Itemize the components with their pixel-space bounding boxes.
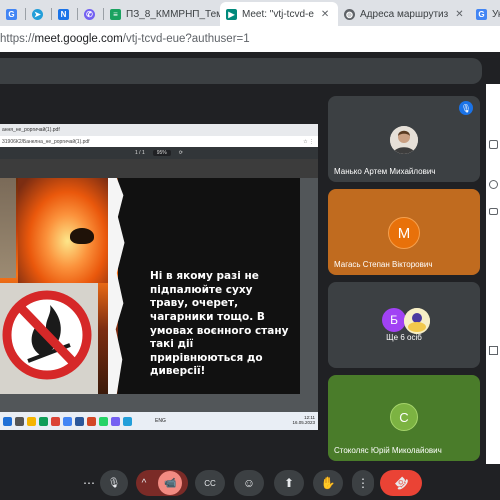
- participant-tile[interactable]: М Магась Степан Вікторович: [328, 189, 480, 275]
- tab-label: Ук: [492, 8, 500, 20]
- camera-button[interactable]: ^ 📹: [136, 470, 188, 496]
- start-icon: [3, 416, 12, 426]
- participant-name: Магась Степан Вікторович: [334, 260, 433, 269]
- whatsapp-icon: [99, 416, 108, 426]
- meet-window: G ➤ N ✆ ≡ ПЗ_8_КММРНП_Тем ▶ Meet: "vtj-t…: [0, 0, 500, 500]
- flame-image: [18, 178, 108, 283]
- windows-taskbar: ENG 12:11 16.05.2023: [0, 412, 318, 430]
- call-controls: ⋯ 🎙 ^ 📹 CC ☺ ⬆ ✋ ⋮ ☎: [0, 464, 500, 500]
- raise-hand-button[interactable]: ✋: [313, 470, 343, 496]
- participant-tile[interactable]: 🎙 Манько Артем Михайлович: [328, 96, 480, 182]
- powerpoint-icon: [87, 416, 96, 426]
- tab-document[interactable]: ≡ ПЗ_8_КММРНП_Тем: [104, 2, 220, 26]
- pdf-tab-label: ання_не_роргичай(1).pdf: [2, 127, 60, 133]
- search-icon: [15, 416, 24, 426]
- word-icon: [75, 416, 84, 426]
- participant-overflow-tile[interactable]: Б Ще 6 осіб: [328, 282, 480, 368]
- language-indicator: ENG: [155, 418, 166, 424]
- app-icon: [51, 416, 60, 426]
- pdf-path: 31906К2/Банелна_не_роргичай(1).pdf: [2, 138, 90, 145]
- pdf-tab-bar: ання_не_роргичай(1).pdf: [0, 124, 318, 136]
- participant-name: Стоколяс Юрій Миколайович: [334, 446, 442, 455]
- field-image: [0, 178, 16, 278]
- participant-tile[interactable]: С Стоколяс Юрій Миколайович: [328, 375, 480, 461]
- more-button[interactable]: ⋯: [78, 470, 100, 496]
- doc-icon: ≡: [110, 8, 121, 20]
- avatar: М: [388, 217, 420, 249]
- side-panel-strip: [486, 84, 500, 464]
- n-icon: N: [58, 8, 69, 20]
- camera-off-icon: 📹: [158, 471, 183, 495]
- pdf-zoom: 95%: [152, 150, 171, 156]
- people-icon[interactable]: [489, 180, 498, 189]
- tab-label: ПЗ_8_КММРНП_Тем: [126, 8, 220, 20]
- presented-screen: ання_не_роргичай(1).pdf 31906К2/Банелна_…: [0, 124, 318, 430]
- url-text: https://meet.google.com/vtj-tcvd-eue?aut…: [0, 33, 250, 45]
- close-icon[interactable]: ✕: [321, 9, 329, 20]
- tab-telegram[interactable]: ➤: [26, 2, 52, 26]
- pdf-viewport: Ні в якому разі не підпалюйте суху траву…: [0, 178, 318, 412]
- pdf-page: 1 / 1: [135, 150, 145, 156]
- captions-icon: CC: [204, 478, 216, 488]
- address-bar[interactable]: https://meet.google.com/vtj-tcvd-eue?aut…: [0, 26, 500, 52]
- globe-icon: ◍: [344, 8, 355, 20]
- chrome-icon: [63, 416, 72, 426]
- tab-meet[interactable]: ▶ Meet: "vtj-tcvd-e ✕: [220, 2, 338, 26]
- end-call-button[interactable]: ☎: [380, 470, 422, 496]
- cartoon-avatar-icon: [404, 308, 430, 334]
- browser-tab-strip: G ➤ N ✆ ≡ ПЗ_8_КММРНП_Тем ▶ Meet: "vtj-t…: [0, 0, 500, 26]
- present-button[interactable]: ⬆: [274, 470, 304, 496]
- activities-icon[interactable]: [489, 346, 498, 355]
- person-photo-icon: [390, 126, 418, 154]
- google-icon: G: [6, 8, 17, 20]
- chat-icon[interactable]: [489, 208, 498, 215]
- emoji-icon: ☺: [242, 476, 256, 490]
- captions-button[interactable]: CC: [195, 470, 225, 496]
- no-fire-icon: [0, 283, 98, 394]
- slide-warning-text: Ні в якому разі не підпалюйте суху траву…: [150, 270, 289, 378]
- bird-silhouette: [70, 228, 94, 244]
- options-button[interactable]: ⋮: [352, 470, 374, 496]
- viber-icon: [111, 416, 120, 426]
- mic-muted-icon: 🎙: [459, 101, 473, 115]
- folder-icon: [27, 416, 36, 426]
- end-call-icon: ☎: [390, 472, 412, 494]
- telegram-icon: ➤: [32, 8, 43, 20]
- avatar: Б: [382, 308, 406, 332]
- tab-google[interactable]: G: [0, 2, 26, 26]
- hand-icon: ✋: [320, 476, 336, 490]
- more-vert-icon: ⋮: [357, 476, 369, 490]
- emoji-button[interactable]: ☺: [234, 470, 264, 496]
- excel-icon: [39, 416, 48, 426]
- tab-label: Meet: "vtj-tcvd-e: [242, 8, 314, 20]
- tab-n[interactable]: N: [52, 2, 78, 26]
- info-icon[interactable]: [489, 140, 498, 149]
- tab-viber[interactable]: ✆: [78, 2, 104, 26]
- chevron-up-icon[interactable]: ^: [142, 478, 147, 489]
- g-icon: G: [476, 8, 487, 20]
- pdf-address-bar: 31906К2/Банелна_не_роргичай(1).pdf ☆ ⋮: [0, 136, 318, 147]
- telegram-icon: [123, 416, 132, 426]
- meeting-header-bar: [0, 58, 482, 84]
- tab-g[interactable]: G Ук: [470, 2, 500, 26]
- avatar: С: [390, 403, 418, 431]
- tab-router[interactable]: ◍ Адреса маршрутиз ✕: [338, 2, 470, 26]
- meet-icon: ▶: [226, 8, 237, 20]
- mic-button[interactable]: 🎙: [100, 470, 128, 496]
- viber-icon: ✆: [84, 8, 95, 20]
- tab-label: Адреса маршрутиз: [360, 8, 449, 20]
- mic-icon: 🎙: [107, 477, 121, 489]
- present-icon: ⬆: [283, 476, 295, 490]
- rotate-icon: ⟳: [178, 150, 183, 156]
- slide: Ні в якому разі не підпалюйте суху траву…: [0, 178, 300, 394]
- avatar: [390, 126, 418, 154]
- close-icon[interactable]: ✕: [455, 9, 463, 20]
- no-fire-sign-panel: [0, 283, 98, 394]
- clock: 12:11 16.05.2023: [292, 415, 315, 425]
- participant-name: Манько Артем Михайлович: [334, 167, 436, 176]
- avatar: [404, 308, 430, 334]
- pdf-toolbar: 1 / 1 95% ⟳: [0, 147, 318, 159]
- browser-actions-icon: ☆ ⋮: [303, 138, 314, 145]
- participant-name: Ще 6 осіб: [386, 333, 422, 342]
